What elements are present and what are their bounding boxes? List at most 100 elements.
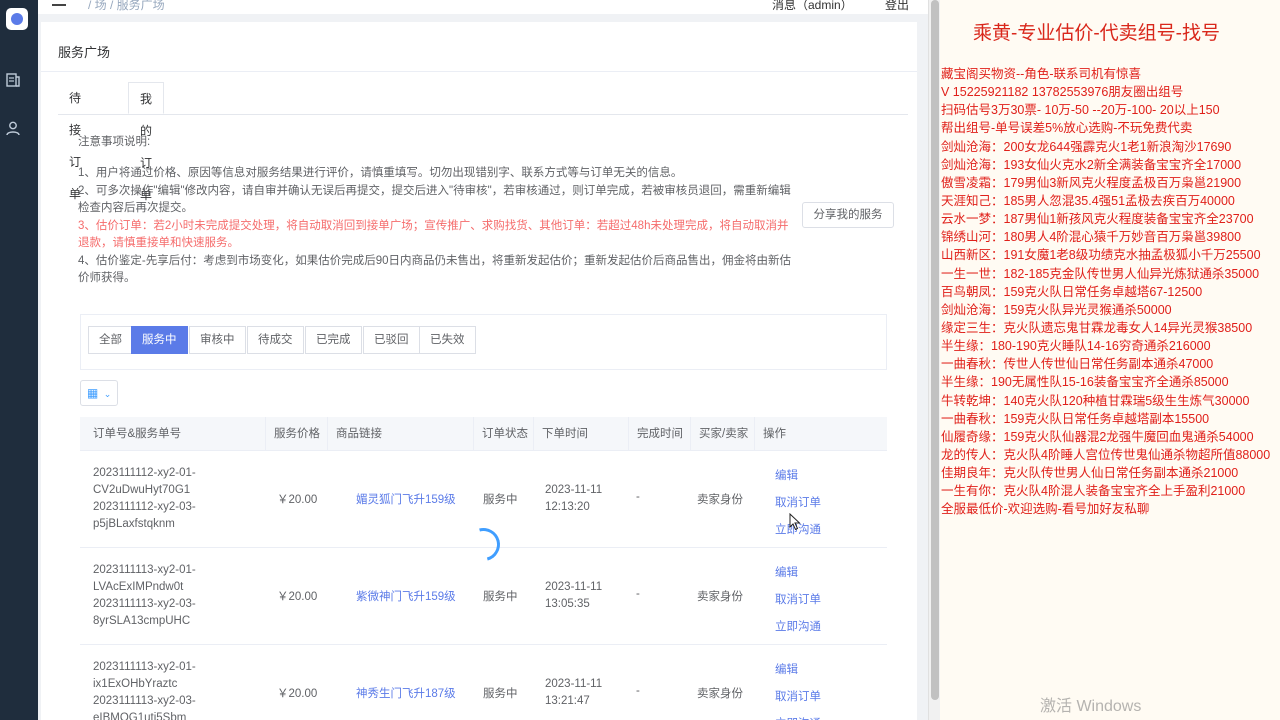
order-status: 服务中 (483, 494, 518, 506)
page-title: 服务广场 (58, 45, 111, 60)
overlay-title: 乘黄-专业估价-代卖组号-找号 (973, 23, 1220, 44)
grid-icon: ▦ (87, 386, 99, 400)
filter-all-button[interactable]: 全部 (88, 326, 133, 354)
order-status: 服务中 (483, 591, 518, 603)
windows-activation-watermark: 激活 Windows (1040, 698, 1142, 715)
share-my-service-button[interactable]: 分享我的服务 (802, 202, 894, 228)
top-bar: / 场 / 服务广场 消息（admin） 登出 (38, 0, 928, 14)
edit-link[interactable]: 编辑 (775, 657, 821, 684)
user-menu[interactable]: 消息（admin） (772, 0, 853, 13)
price: ￥20.00 (277, 688, 318, 700)
filter-in-service-button[interactable]: 服务中 (131, 326, 188, 354)
tab-pending-orders[interactable]: 待接订单 (58, 82, 92, 201)
table-header: 订单号&服务单号 服务价格 商品链接 订单状态 下单时间 完成时间 买家/卖家 … (80, 417, 887, 451)
logout-link[interactable]: 登出 (885, 0, 909, 13)
col-product-link: 商品链接 (328, 417, 474, 451)
status-filter-bar: 全部 服务中 审核中 待成交 已完成 已驳回 已失效 (80, 314, 887, 370)
row-actions: 编辑 取消订单 立即沟通 (775, 657, 821, 720)
row-actions: 编辑 取消订单 立即沟通 (775, 463, 821, 544)
filter-reviewing-button[interactable]: 审核中 (189, 326, 246, 354)
price: ￥20.00 (277, 591, 318, 603)
order-number: 2023111113-xy2-01- LVAcExIMPndw0t 202311… (93, 564, 196, 627)
order-status: 服务中 (483, 688, 518, 700)
filter-expired-button[interactable]: 已失效 (419, 326, 476, 354)
complete-time: - (636, 491, 640, 503)
overlay-line: 仙履奇缘：159克火队仙器混2龙强牛魔回血鬼通杀54000 (941, 429, 1254, 444)
role: 卖家身份 (697, 688, 743, 700)
notice-item-warning: 3、估价订单：若2小时未完成提交处理，将自动取消回到接单广场；宣传推广、求购找货… (78, 220, 789, 249)
col-price: 服务价格 (266, 417, 328, 451)
product-link[interactable]: 紫微神门飞升159级 (356, 588, 456, 604)
cancel-order-link[interactable]: 取消订单 (775, 684, 821, 711)
role: 卖家身份 (697, 591, 743, 603)
col-order-time: 下单时间 (534, 417, 629, 451)
overlay-line: 一曲春秋：传世人传世仙日常任务副本通杀47000 (941, 357, 1214, 372)
side-nav (0, 0, 38, 720)
complete-time: - (636, 685, 640, 697)
overlay-line: 帮出组号-单号误差5%放心选购-不玩免费代卖 (941, 121, 1193, 136)
overlay-line: 剑灿沧海：159克火队异光灵猴通杀50000 (941, 302, 1172, 317)
scrollbar-thumb[interactable] (931, 0, 939, 700)
orders-table: 订单号&服务单号 服务价格 商品链接 订单状态 下单时间 完成时间 买家/卖家 … (80, 417, 887, 720)
column-toggle-button[interactable]: ▦ ⌄ (80, 380, 118, 406)
edit-link[interactable]: 编辑 (775, 463, 821, 490)
menu-toggle-icon[interactable] (52, 0, 66, 6)
overlay-line: 半生缘：180-190克火睡队14-16穷奇通杀216000 (941, 339, 1211, 354)
edit-link[interactable]: 编辑 (775, 560, 821, 587)
notice-box: 注意事项说明: 1、用户将通过价格、原因等信息对服务结果进行评价，请慎重填写。切… (78, 134, 796, 288)
product-link[interactable]: 神秀生门飞升187级 (356, 685, 456, 701)
col-actions: 操作 (763, 428, 786, 440)
chevron-down-icon: ⌄ (103, 389, 112, 399)
content-card: 服务广场 待接订单 我的订单 注意事项说明: 1、用户将通过价格、原因等信息对服… (41, 22, 917, 720)
filter-pending-deal-button[interactable]: 待成交 (247, 326, 304, 354)
overlay-line: 缘定三生：克火队遗忘鬼甘霖龙毒女人14异光灵猴38500 (941, 320, 1253, 335)
overlay-line: 牛转乾坤：140克火队120种植甘霖瑞5级生生炼气30000 (941, 393, 1250, 408)
table-row: 2023111113-xy2-01- ix1ExOHbYraztc 202311… (80, 645, 887, 720)
col-complete-time: 完成时间 (629, 417, 691, 451)
overlay-line: V 15225921182 13782553976朋友圈出组号 (941, 85, 1184, 100)
document-icon[interactable] (5, 72, 21, 88)
col-order-number: 订单号&服务单号 (80, 417, 266, 451)
table-row: 2023111113-xy2-01- LVAcExIMPndw0t 202311… (80, 548, 887, 645)
mouse-cursor-icon (789, 513, 801, 531)
contact-link[interactable]: 立即沟通 (775, 711, 821, 720)
overlay-line: 扫码估号3万30票- 10万-50 --20万-100- 20以上150 (941, 103, 1220, 118)
cancel-order-link[interactable]: 取消订单 (775, 587, 821, 614)
order-number: 2023111112-xy2-01- CV2uDwuHyt70G1 202311… (93, 467, 196, 530)
order-time: 2023-11-11 12:13:20 (545, 484, 603, 513)
filter-completed-button[interactable]: 已完成 (305, 326, 362, 354)
notice-item: 1、用户将通过价格、原因等信息对服务结果进行评价，请慎重填写。切勿出现错别字、联… (78, 167, 683, 179)
notice-item: 4、估价鉴定-先享后付：考虑到市场变化，如果估价完成后90日内商品仍未售出，将重… (78, 255, 792, 284)
order-time: 2023-11-11 13:21:47 (545, 678, 603, 707)
overlay-line: 龙的传人：克火队4阶睡人宫位传世鬼仙通杀物超所值88000 (941, 447, 1271, 462)
col-status: 订单状态 (474, 417, 534, 451)
overlay-line: 一曲春秋：159克火队日常任务卓越塔副本15500 (941, 411, 1210, 426)
overlay-line: 锦绣山河：180男人4阶混心猿千万妙音百万枭邕39800 (941, 230, 1242, 245)
tab-my-orders[interactable]: 我的订单 (128, 82, 165, 202)
order-time: 2023-11-11 13:05:35 (545, 581, 603, 610)
overlay-line: 半生缘：190无属性队15-16装备宝宝齐全通杀85000 (941, 375, 1229, 390)
order-number: 2023111113-xy2-01- ix1ExOHbYraztc 202311… (93, 661, 196, 720)
tabs-divider (58, 114, 908, 115)
overlay-line: 百鸟朝凤：159克火队日常任务卓越塔67-12500 (941, 284, 1203, 299)
overlay-line: 佳期良年：克火队传世男人仙日常任务副本通杀21000 (941, 466, 1239, 481)
complete-time: - (636, 588, 640, 600)
user-icon[interactable] (5, 120, 21, 136)
overlay-list: 藏宝阁买物资--角色-联系司机有惊喜 V 15225921182 1378255… (941, 65, 1280, 519)
overlay-line: 山西新区：191女魔1老8级功绩克水抽孟极狐小千万25500 (941, 248, 1261, 263)
divider (41, 71, 917, 72)
breadcrumb: / 场 / 服务广场 (88, 0, 165, 12)
col-buyer-seller: 买家/卖家 (691, 417, 755, 451)
price: ￥20.00 (277, 494, 318, 506)
overlay-line: 一生有你：克火队4阶混人装备宝宝齐全上手盈利21000 (941, 484, 1246, 499)
contact-link[interactable]: 立即沟通 (775, 614, 821, 641)
page-scrollbar[interactable] (928, 0, 940, 720)
overlay-line: 一生一世：182-185克金队传世男人仙异光炼狱通杀35000 (941, 266, 1260, 281)
promo-overlay: 乘黄-专业估价-代卖组号-找号 藏宝阁买物资--角色-联系司机有惊喜 V 152… (940, 0, 1280, 720)
logo-icon[interactable] (6, 8, 28, 30)
product-link[interactable]: 媚灵狐门飞升159级 (356, 491, 456, 507)
overlay-line: 傲雪凌霜：179男仙3新风克火程度孟极百万枭邕21900 (941, 175, 1242, 190)
overlay-line: 剑灿沧海：200女龙644强霹克火1老1新浪淘沙17690 (941, 139, 1232, 154)
row-actions: 编辑 取消订单 立即沟通 (775, 560, 821, 641)
filter-rejected-button[interactable]: 已驳回 (363, 326, 420, 354)
